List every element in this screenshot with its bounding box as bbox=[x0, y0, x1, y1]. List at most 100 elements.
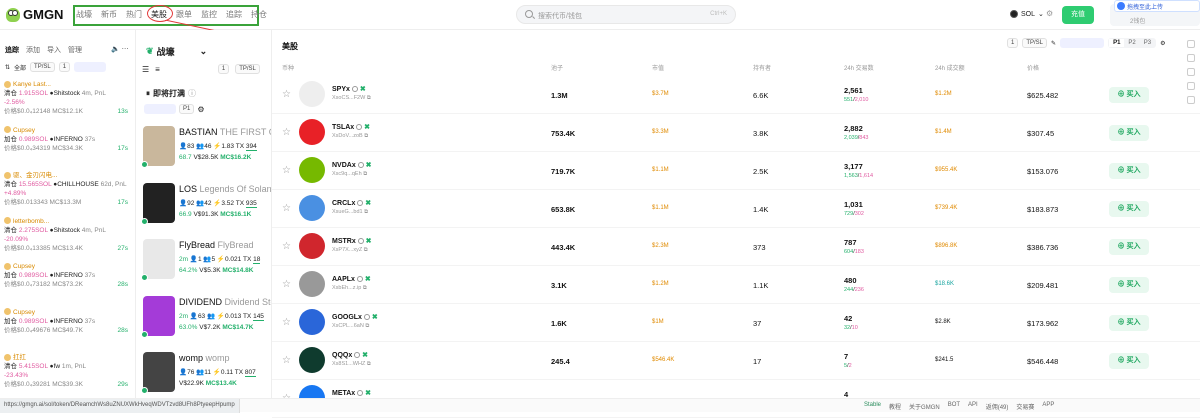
copy-icon[interactable]: ⧉ bbox=[364, 133, 368, 139]
buy-button[interactable]: ⊕ 买入 bbox=[1109, 201, 1149, 217]
brand-logo[interactable]: GMGN bbox=[6, 7, 63, 22]
trader-name[interactable]: Cupsey bbox=[13, 309, 35, 316]
col-liquidity[interactable]: 池子 bbox=[551, 63, 563, 72]
chain-selector[interactable]: SOL ⌄ bbox=[1010, 10, 1044, 18]
footer-tutorial[interactable]: 教程 bbox=[889, 402, 901, 411]
page-button[interactable]: 1 bbox=[1007, 38, 1019, 48]
col-24h-volume[interactable]: 24h 成交额 bbox=[935, 63, 965, 72]
table-row[interactable]: ☆ QQQx ✖ Xs8S1...WHZ ⧉ 245.4 $546.4K 17 7 5/2 $2… bbox=[272, 342, 1200, 380]
footer-bot[interactable]: BOT bbox=[948, 402, 960, 411]
search-icon[interactable] bbox=[354, 352, 361, 359]
trader-name[interactable]: 扛扛 bbox=[13, 354, 26, 361]
trade-item[interactable]: Cupsey 加仓 0.989SOL ●INFERNO 37s 价格$0.0₄496… bbox=[4, 308, 132, 335]
star-icon[interactable]: ☆ bbox=[282, 241, 291, 252]
nav-item-track[interactable]: 追踪 bbox=[226, 9, 242, 20]
filter-icon[interactable]: ≡ bbox=[155, 65, 160, 74]
tpsl-button[interactable]: TP/SL bbox=[1022, 38, 1048, 48]
x-icon[interactable]: ✖ bbox=[364, 124, 370, 131]
footer-rebate[interactable]: 返佣(49) bbox=[986, 402, 1009, 411]
filter-all[interactable]: 全部 bbox=[14, 63, 26, 72]
buy-button[interactable]: ⊕ 买入 bbox=[1109, 163, 1149, 179]
table-row[interactable]: ☆ CRCLx ✖ XsueG...bd1 ⧉ 653.8K $1.1M 1.4K 1,03… bbox=[272, 190, 1200, 228]
search-icon[interactable] bbox=[357, 162, 364, 169]
trader-name[interactable]: Kanye Last... bbox=[13, 81, 51, 88]
search-icon[interactable] bbox=[357, 200, 364, 207]
preset-p1[interactable]: P1 bbox=[1109, 39, 1125, 47]
page-button[interactable]: 1 bbox=[58, 62, 71, 72]
token-card[interactable]: LOS Legends Of Solana 👤92 👥42 ⚡3.52 TX 9… bbox=[141, 182, 271, 235]
table-row[interactable]: ☆ GOOGLx ✖ XsCPL...6aN ⧉ 1.6K $1M 37 42 32/10 $2… bbox=[272, 304, 1200, 342]
trenches-title[interactable]: ❦ 战壕 ⌄ bbox=[146, 45, 207, 58]
buy-button[interactable]: ⊕ 买入 bbox=[1109, 87, 1149, 103]
preset-selector[interactable]: P1 bbox=[179, 104, 195, 114]
footer-app[interactable]: APP bbox=[1042, 402, 1054, 411]
settings-icon[interactable]: ⚙ bbox=[1160, 40, 1165, 47]
table-row[interactable]: ☆ TSLAx ✖ XsDoV...zoB ⧉ 753.4K $3.3M 3.8K 2,88… bbox=[272, 114, 1200, 152]
col-24h-txs[interactable]: 24h 交易数 bbox=[844, 63, 874, 72]
table-row[interactable]: ☆ NVDAx ✖ Xsc9q...qEh ⧉ 719.7K $1.1M 2.5K 3,17… bbox=[272, 152, 1200, 190]
buy-button[interactable]: ⊕ 买入 bbox=[1109, 277, 1149, 293]
search-icon[interactable] bbox=[357, 238, 364, 245]
tool-icon[interactable] bbox=[1186, 40, 1195, 48]
x-icon[interactable]: ✖ bbox=[366, 238, 372, 245]
nav-item-hot[interactable]: 热门 bbox=[126, 9, 142, 20]
trader-name[interactable]: Cupsey bbox=[13, 127, 35, 134]
x-icon[interactable]: ✖ bbox=[372, 314, 378, 321]
star-icon[interactable]: ☆ bbox=[282, 127, 291, 138]
buy-button[interactable]: ⊕ 买入 bbox=[1109, 239, 1149, 255]
col-token[interactable]: 币种 bbox=[282, 63, 294, 72]
nav-item-us-stocks[interactable]: 美股 bbox=[147, 5, 173, 22]
footer-stable[interactable]: Stable bbox=[864, 402, 881, 411]
col-mcap[interactable]: 市值 bbox=[652, 63, 664, 72]
amount-input[interactable] bbox=[144, 104, 176, 114]
copy-icon[interactable]: ⧉ bbox=[365, 323, 369, 329]
nav-item-copytrade[interactable]: 跟单 bbox=[176, 9, 192, 20]
tool-icon[interactable] bbox=[1186, 68, 1195, 76]
list-icon[interactable]: ☰ bbox=[142, 65, 149, 74]
pause-icon[interactable]: ⏸ bbox=[146, 89, 150, 99]
settings-icon[interactable]: ⚙ bbox=[1046, 9, 1053, 18]
table-row[interactable]: ☆ MSTRx ✖ XsP7X...xyZ ⧉ 443.4K $2.3M 373 787 60… bbox=[272, 228, 1200, 266]
buy-button[interactable]: ⊕ 买入 bbox=[1109, 353, 1149, 369]
tab-import[interactable]: 导入 bbox=[47, 45, 61, 55]
tool-icon[interactable] bbox=[1186, 82, 1195, 90]
search-icon[interactable] bbox=[363, 314, 370, 321]
tool-icon[interactable] bbox=[1186, 96, 1195, 104]
table-row[interactable]: ☆ SPYx ✖ XsoCS...F2W ⧉ 1.3M $3.7M 6.6K 2,561 55… bbox=[272, 76, 1200, 114]
token-card[interactable]: BASTIAN THE FIRST CR 👤83 👥46 ⚡1.83 TX 39… bbox=[141, 126, 271, 178]
nav-item-trenches[interactable]: 战壕 bbox=[76, 9, 92, 20]
star-icon[interactable]: ☆ bbox=[282, 355, 291, 366]
nav-item-holdings[interactable]: 持仓 bbox=[251, 9, 267, 20]
trade-item[interactable]: Kanye Last... 清仓 1.915SOL ●Shitstock 4m, … bbox=[4, 80, 132, 116]
buy-button[interactable]: ⊕ 买入 bbox=[1109, 125, 1149, 141]
token-card[interactable]: DIVIDEND Dividend Sto 2m 👤63 👥 ⚡0.013 TX … bbox=[141, 295, 271, 348]
tool-icon[interactable] bbox=[1186, 54, 1195, 62]
trader-name[interactable]: Cupsey bbox=[13, 263, 35, 270]
search-icon[interactable] bbox=[356, 124, 363, 131]
trade-item[interactable]: 驱、金刃闪电... 清仓 15.565SOL ●CHILLHOUSE 62d, P… bbox=[4, 171, 132, 207]
buy-button[interactable]: ⊕ 买入 bbox=[1109, 315, 1149, 331]
search-icon[interactable] bbox=[357, 390, 364, 397]
preset-p3[interactable]: P3 bbox=[1140, 39, 1155, 47]
x-icon[interactable]: ✖ bbox=[366, 162, 372, 169]
tab-manage[interactable]: 管理 bbox=[68, 45, 82, 55]
x-icon[interactable]: ✖ bbox=[360, 86, 366, 93]
copy-icon[interactable]: ⧉ bbox=[367, 95, 371, 101]
x-icon[interactable]: ✖ bbox=[362, 352, 368, 359]
nav-item-monitor[interactable]: 监控 bbox=[201, 9, 217, 20]
trader-name[interactable]: letterbomb... bbox=[13, 218, 49, 225]
tab-track[interactable]: 追踪 bbox=[5, 45, 19, 55]
trader-name[interactable]: 驱、金刃闪电... bbox=[13, 172, 57, 179]
trade-item[interactable]: 扛扛 清仓 5.415SOL ●fw 1m, PnL -23.43% 价格$0.0₄3… bbox=[4, 353, 132, 389]
search-icon[interactable] bbox=[351, 86, 358, 93]
footer-api[interactable]: API bbox=[968, 402, 978, 411]
tab-add[interactable]: 添加 bbox=[26, 45, 40, 55]
token-card[interactable]: FlyBread FlyBread 2m 👤1 👥5 ⚡0.021 TX 18 64… bbox=[141, 239, 269, 291]
table-row[interactable]: ☆ AAPLx ✖ XsbEh...z.ip ⧉ 3.1K $1.2M 1.1K 480 24… bbox=[272, 266, 1200, 304]
trade-item[interactable]: letterbomb... 清仓 2.275SOL ●Shitstock 4m, … bbox=[4, 217, 132, 253]
tpsl-button[interactable]: TP/SL bbox=[235, 64, 260, 74]
x-icon[interactable]: ✖ bbox=[365, 200, 371, 207]
copy-icon[interactable]: ⧉ bbox=[363, 285, 367, 291]
x-icon[interactable]: ✖ bbox=[365, 390, 371, 397]
star-icon[interactable]: ☆ bbox=[282, 89, 291, 100]
